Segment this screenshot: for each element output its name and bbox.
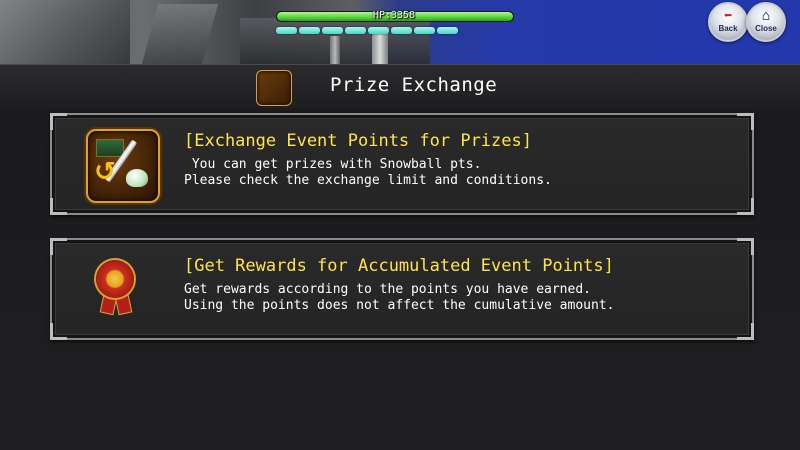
stamina-segment bbox=[322, 27, 343, 34]
close-button[interactable]: ⌂ Close bbox=[746, 2, 786, 42]
panel-corner bbox=[737, 113, 754, 130]
page-title: Prize Exchange bbox=[330, 74, 498, 96]
prize-exchange-icon: ↺ bbox=[86, 129, 160, 203]
accumulated-rewards-button[interactable]: [Get Rewards for Accumulated Event Point… bbox=[50, 238, 754, 340]
backdrop-pillar bbox=[330, 36, 340, 64]
stamina-segment bbox=[345, 27, 366, 34]
panel-corner bbox=[737, 198, 754, 215]
rewards-description: Get rewards according to the points you … bbox=[184, 282, 615, 313]
backdrop-pillar bbox=[372, 30, 388, 64]
medal-rosette bbox=[96, 260, 134, 298]
exchange-prizes-button[interactable]: ↺ [Exchange Event Points for Prizes] You… bbox=[50, 113, 754, 215]
panel-corner bbox=[50, 198, 67, 215]
stamina-segment bbox=[391, 27, 412, 34]
home-icon: ⌂ bbox=[761, 8, 771, 24]
back-button-label: Back bbox=[718, 24, 738, 33]
panel-corner bbox=[50, 323, 67, 340]
shop-shelf-icon bbox=[96, 139, 124, 157]
stamina-segment bbox=[368, 27, 389, 34]
sack-icon bbox=[126, 169, 148, 187]
hp-text: HP:3358 bbox=[372, 10, 416, 21]
panel-corner bbox=[737, 323, 754, 340]
panel-corner bbox=[50, 238, 67, 255]
stamina-segment bbox=[414, 27, 435, 34]
back-button[interactable]: ⬅ Back bbox=[708, 2, 748, 42]
stamina-bar bbox=[276, 27, 458, 34]
panel-corner bbox=[737, 238, 754, 255]
exchange-heading: [Exchange Event Points for Prizes] bbox=[184, 131, 532, 151]
prize-exchange-icon bbox=[256, 70, 292, 106]
stamina-segment bbox=[299, 27, 320, 34]
exchange-arrow-icon: ↺ bbox=[94, 157, 116, 187]
medal-icon bbox=[92, 260, 138, 316]
panel-corner bbox=[50, 113, 67, 130]
stamina-segment bbox=[276, 27, 297, 34]
rewards-heading: [Get Rewards for Accumulated Event Point… bbox=[184, 256, 614, 276]
exchange-description: You can get prizes with Snowball pts. Pl… bbox=[184, 157, 552, 188]
close-button-label: Close bbox=[755, 24, 777, 33]
backdrop-rock bbox=[141, 4, 219, 64]
stamina-segment bbox=[437, 27, 458, 34]
backdrop-rock bbox=[0, 0, 130, 64]
back-arrow-icon: ⬅ bbox=[723, 8, 733, 24]
